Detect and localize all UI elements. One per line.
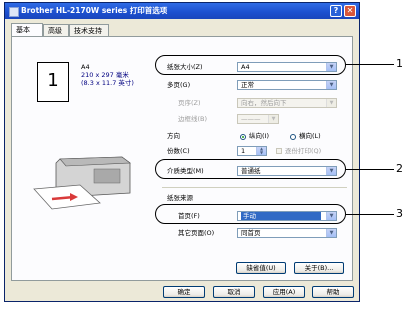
- orientation-label: 方向: [167, 132, 180, 140]
- copies-value: 1: [241, 147, 246, 155]
- chevron-down-icon: ▼: [268, 115, 278, 123]
- paper-dims-in: (8.3 x 11.7 英寸): [81, 79, 134, 87]
- callout-outline-3: [155, 204, 346, 224]
- printer-illustration: [33, 156, 131, 210]
- page-order-label: 页序(Z): [178, 99, 201, 107]
- apply-button[interactable]: 应用(A): [263, 286, 305, 298]
- print-preferences-dialog: Brother HL-2170W series 打印首选项 ? ✕ 基本 高级 …: [4, 2, 360, 302]
- tab-basic-label: 基本: [16, 26, 30, 34]
- tab-support-label: 技术支持: [74, 27, 102, 35]
- collate-checkbox[interactable]: [276, 148, 282, 154]
- help-button[interactable]: 帮助: [312, 286, 354, 298]
- callout-number-2: 2: [396, 162, 403, 175]
- copies-label: 份数(C): [167, 147, 190, 155]
- chevron-down-icon: ▼: [326, 81, 336, 89]
- tab-support[interactable]: 技术支持: [69, 24, 109, 36]
- multiple-page-value: 正常: [241, 81, 254, 89]
- collate-label: 逐份打印(Q): [285, 147, 322, 155]
- border-line-select[interactable]: ——— ▼: [237, 114, 279, 124]
- border-line-value: ———: [241, 115, 261, 123]
- chevron-down-icon: ▼: [326, 229, 336, 237]
- callout-leader-2: [346, 169, 394, 170]
- multiple-page-select[interactable]: 正常 ▼: [237, 80, 337, 90]
- page-order-select[interactable]: 向右，然后向下 ▼: [237, 98, 337, 108]
- multiple-page-label: 多页(G): [167, 81, 191, 89]
- page-preview: 1: [37, 62, 69, 102]
- callout-number-3: 3: [396, 207, 403, 220]
- callout-outline-2: [155, 159, 346, 179]
- page-number: 1: [47, 70, 59, 91]
- portrait-radio[interactable]: [240, 134, 246, 140]
- other-pages-value: 同首页: [241, 229, 261, 237]
- cancel-button[interactable]: 取消: [213, 286, 255, 298]
- paper-source-label: 纸张来源: [167, 194, 193, 202]
- ok-button[interactable]: 确定: [163, 286, 205, 298]
- callout-number-1: 1: [396, 57, 403, 70]
- border-line-label: 边框线(B): [178, 115, 208, 123]
- close-button[interactable]: ✕: [344, 5, 356, 17]
- default-button[interactable]: 缺省值(U): [236, 262, 286, 274]
- about-button[interactable]: 关于(B)...: [294, 262, 344, 274]
- window-title: Brother HL-2170W series 打印首选项: [21, 6, 168, 15]
- chevron-down-icon: ▼: [326, 99, 336, 107]
- callout-outline-1: [155, 55, 346, 75]
- other-pages-label: 其它页面(O): [178, 229, 215, 237]
- printer-app-icon: [9, 7, 19, 17]
- portrait-label: 纵向(I): [249, 132, 269, 140]
- other-pages-select[interactable]: 同首页 ▼: [237, 228, 337, 238]
- landscape-label: 横向(L): [299, 132, 321, 140]
- page-order-value: 向右，然后向下: [241, 99, 287, 107]
- tab-advanced-label: 高级: [48, 27, 62, 35]
- landscape-radio[interactable]: [290, 134, 296, 140]
- callout-leader-1: [346, 64, 394, 65]
- section-divider: [162, 187, 347, 188]
- tab-basic[interactable]: 基本: [11, 23, 43, 36]
- spinner-icon[interactable]: ▲ ▼: [256, 147, 266, 155]
- tab-advanced[interactable]: 高级: [43, 24, 69, 36]
- copies-input[interactable]: 1 ▲ ▼: [237, 146, 267, 156]
- help-title-button[interactable]: ?: [330, 5, 342, 17]
- title-bar[interactable]: Brother HL-2170W series 打印首选项 ? ✕: [5, 3, 359, 19]
- callout-leader-3: [346, 214, 394, 215]
